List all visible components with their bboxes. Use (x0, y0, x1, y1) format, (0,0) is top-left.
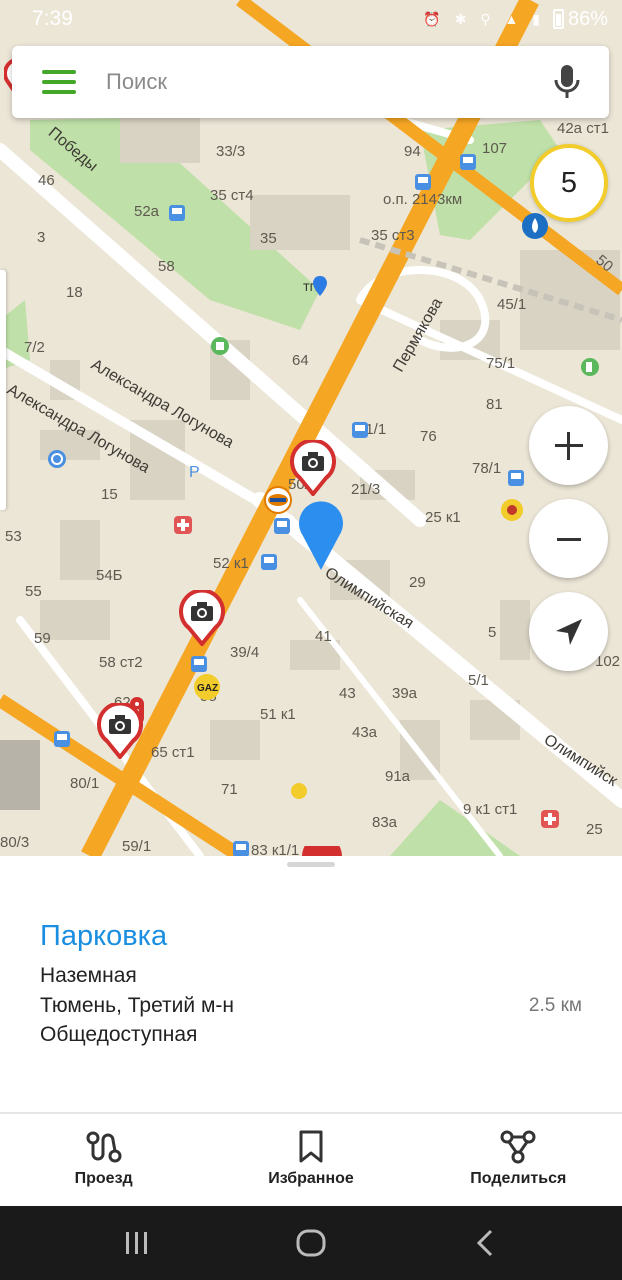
status-time: 7:39 (32, 7, 73, 30)
route-button[interactable]: Проезд (0, 1114, 207, 1206)
recent-apps-button[interactable] (97, 1213, 177, 1273)
house-number: 42а ст1 (557, 120, 609, 137)
house-number: 80/1 (70, 775, 100, 792)
house-number: 52а (134, 203, 160, 220)
house-number: 35 (260, 230, 277, 247)
house-number: 21/3 (351, 481, 381, 498)
zoom-out-button[interactable] (529, 499, 608, 578)
house-number: 94 (404, 143, 421, 160)
house-number: 41 (315, 628, 332, 645)
house-number: 65 ст1 (151, 744, 195, 761)
favorites-button[interactable]: Избранное (207, 1114, 414, 1206)
house-number: 75/1 (486, 355, 516, 372)
battery-icon (552, 9, 564, 29)
place-type: Наземная (40, 964, 137, 987)
share-label: Поделиться (470, 1170, 567, 1187)
speed-camera-icon[interactable] (97, 703, 143, 759)
house-number: 54Б (96, 567, 123, 584)
house-number: 53 (5, 528, 22, 545)
house-number: 45/1 (497, 296, 527, 313)
minus-icon (556, 537, 581, 541)
svg-text:P: P (189, 464, 200, 480)
route-icon (86, 1131, 122, 1163)
place-card: Парковка Наземная Тюмень, Третий м-н 2.5… (0, 856, 622, 1206)
zoom-in-button[interactable] (529, 406, 608, 485)
back-icon (476, 1229, 493, 1257)
house-number: 25 к1 (425, 509, 461, 526)
microphone-icon[interactable] (537, 52, 597, 112)
house-number: 15 (101, 486, 118, 503)
navigation-arrow-icon (555, 618, 582, 645)
recent-apps-icon (126, 1232, 147, 1254)
house-number: 78/1 (472, 460, 502, 477)
place-title[interactable]: Парковка (40, 920, 167, 953)
house-number: 64 (292, 352, 309, 369)
house-number: 35 ст4 (210, 187, 254, 204)
house-number: 59 (34, 630, 51, 647)
battery-indicator: 86% (552, 7, 608, 31)
house-number: 5 (488, 624, 497, 641)
search-bar (12, 46, 609, 118)
action-bar: Проезд Избранное Поделиться (0, 1114, 622, 1206)
map-view[interactable]: Победы Александра Логунова Александра Ло… (0, 0, 622, 856)
speed-camera-icon[interactable] (179, 590, 225, 646)
house-number: 58 (158, 258, 175, 275)
house-number: 51 к1 (260, 706, 296, 723)
house-number: 83 к1/1 (251, 842, 300, 856)
place-access: Общедоступная (40, 1023, 198, 1046)
house-number: 91а (385, 768, 411, 785)
house-number: 52 к1 (213, 555, 249, 572)
house-number: 55 (25, 583, 42, 600)
status-icons: ⏰ ✱ ⚲ ▲ ▮ (423, 10, 545, 27)
house-number: 43а (352, 724, 378, 741)
home-icon (296, 1229, 326, 1257)
house-number: 39/4 (230, 644, 260, 661)
system-nav-bar (0, 1206, 622, 1280)
house-number: 35 ст3 (371, 227, 415, 244)
route-label: Проезд (74, 1170, 133, 1187)
house-number: 71 (221, 781, 238, 798)
bookmark-icon (299, 1130, 323, 1163)
place-address: Тюмень, Третий м-н (40, 994, 234, 1017)
house-number: 7/2 (24, 339, 45, 356)
house-number: 5/1 (468, 672, 489, 689)
favorites-label: Избранное (268, 1170, 354, 1187)
speed-camera-icon[interactable] (290, 440, 336, 496)
sheet-drag-handle[interactable] (287, 862, 335, 867)
house-number: 76 (420, 428, 437, 445)
share-icon (500, 1130, 536, 1164)
plus-icon (554, 431, 583, 460)
house-number: 59/1 (122, 838, 152, 855)
back-button[interactable] (445, 1213, 525, 1273)
app-screen: Победы Александра Логунова Александра Ло… (0, 0, 622, 1280)
status-bar: 7:39 ⏰ ✱ ⚲ ▲ ▮ 86% (0, 0, 622, 38)
house-number: 29 (409, 574, 426, 591)
search-input[interactable] (106, 69, 537, 95)
house-number: 3 (37, 229, 46, 246)
house-number: 33/3 (216, 143, 246, 160)
home-button[interactable] (271, 1213, 351, 1273)
side-drawer-handle[interactable] (0, 270, 6, 510)
battery-percent: 86% (567, 7, 608, 30)
house-number: 81 (486, 396, 503, 413)
house-number: 9 к1 ст1 (463, 801, 518, 818)
place-distance: 2.5 км (528, 995, 582, 1016)
house-number: 80/3 (0, 834, 30, 851)
hamburger-menu-icon[interactable] (42, 70, 76, 94)
house-number: 18 (66, 284, 83, 301)
share-button[interactable]: Поделиться (415, 1114, 622, 1206)
svg-text:GAZ: GAZ (197, 683, 218, 694)
house-number: 43 (339, 685, 356, 702)
house-number: 83а (372, 814, 398, 831)
stop-label: о.п. 2143км (383, 191, 463, 208)
house-number: 58 ст2 (99, 654, 143, 671)
house-number: 25 (586, 821, 603, 838)
house-number: 46 (38, 172, 55, 189)
my-location-button[interactable] (529, 592, 608, 671)
house-number: 39а (392, 685, 418, 702)
house-number: 107 (482, 140, 508, 157)
traffic-score-badge[interactable]: 5 (530, 144, 608, 222)
